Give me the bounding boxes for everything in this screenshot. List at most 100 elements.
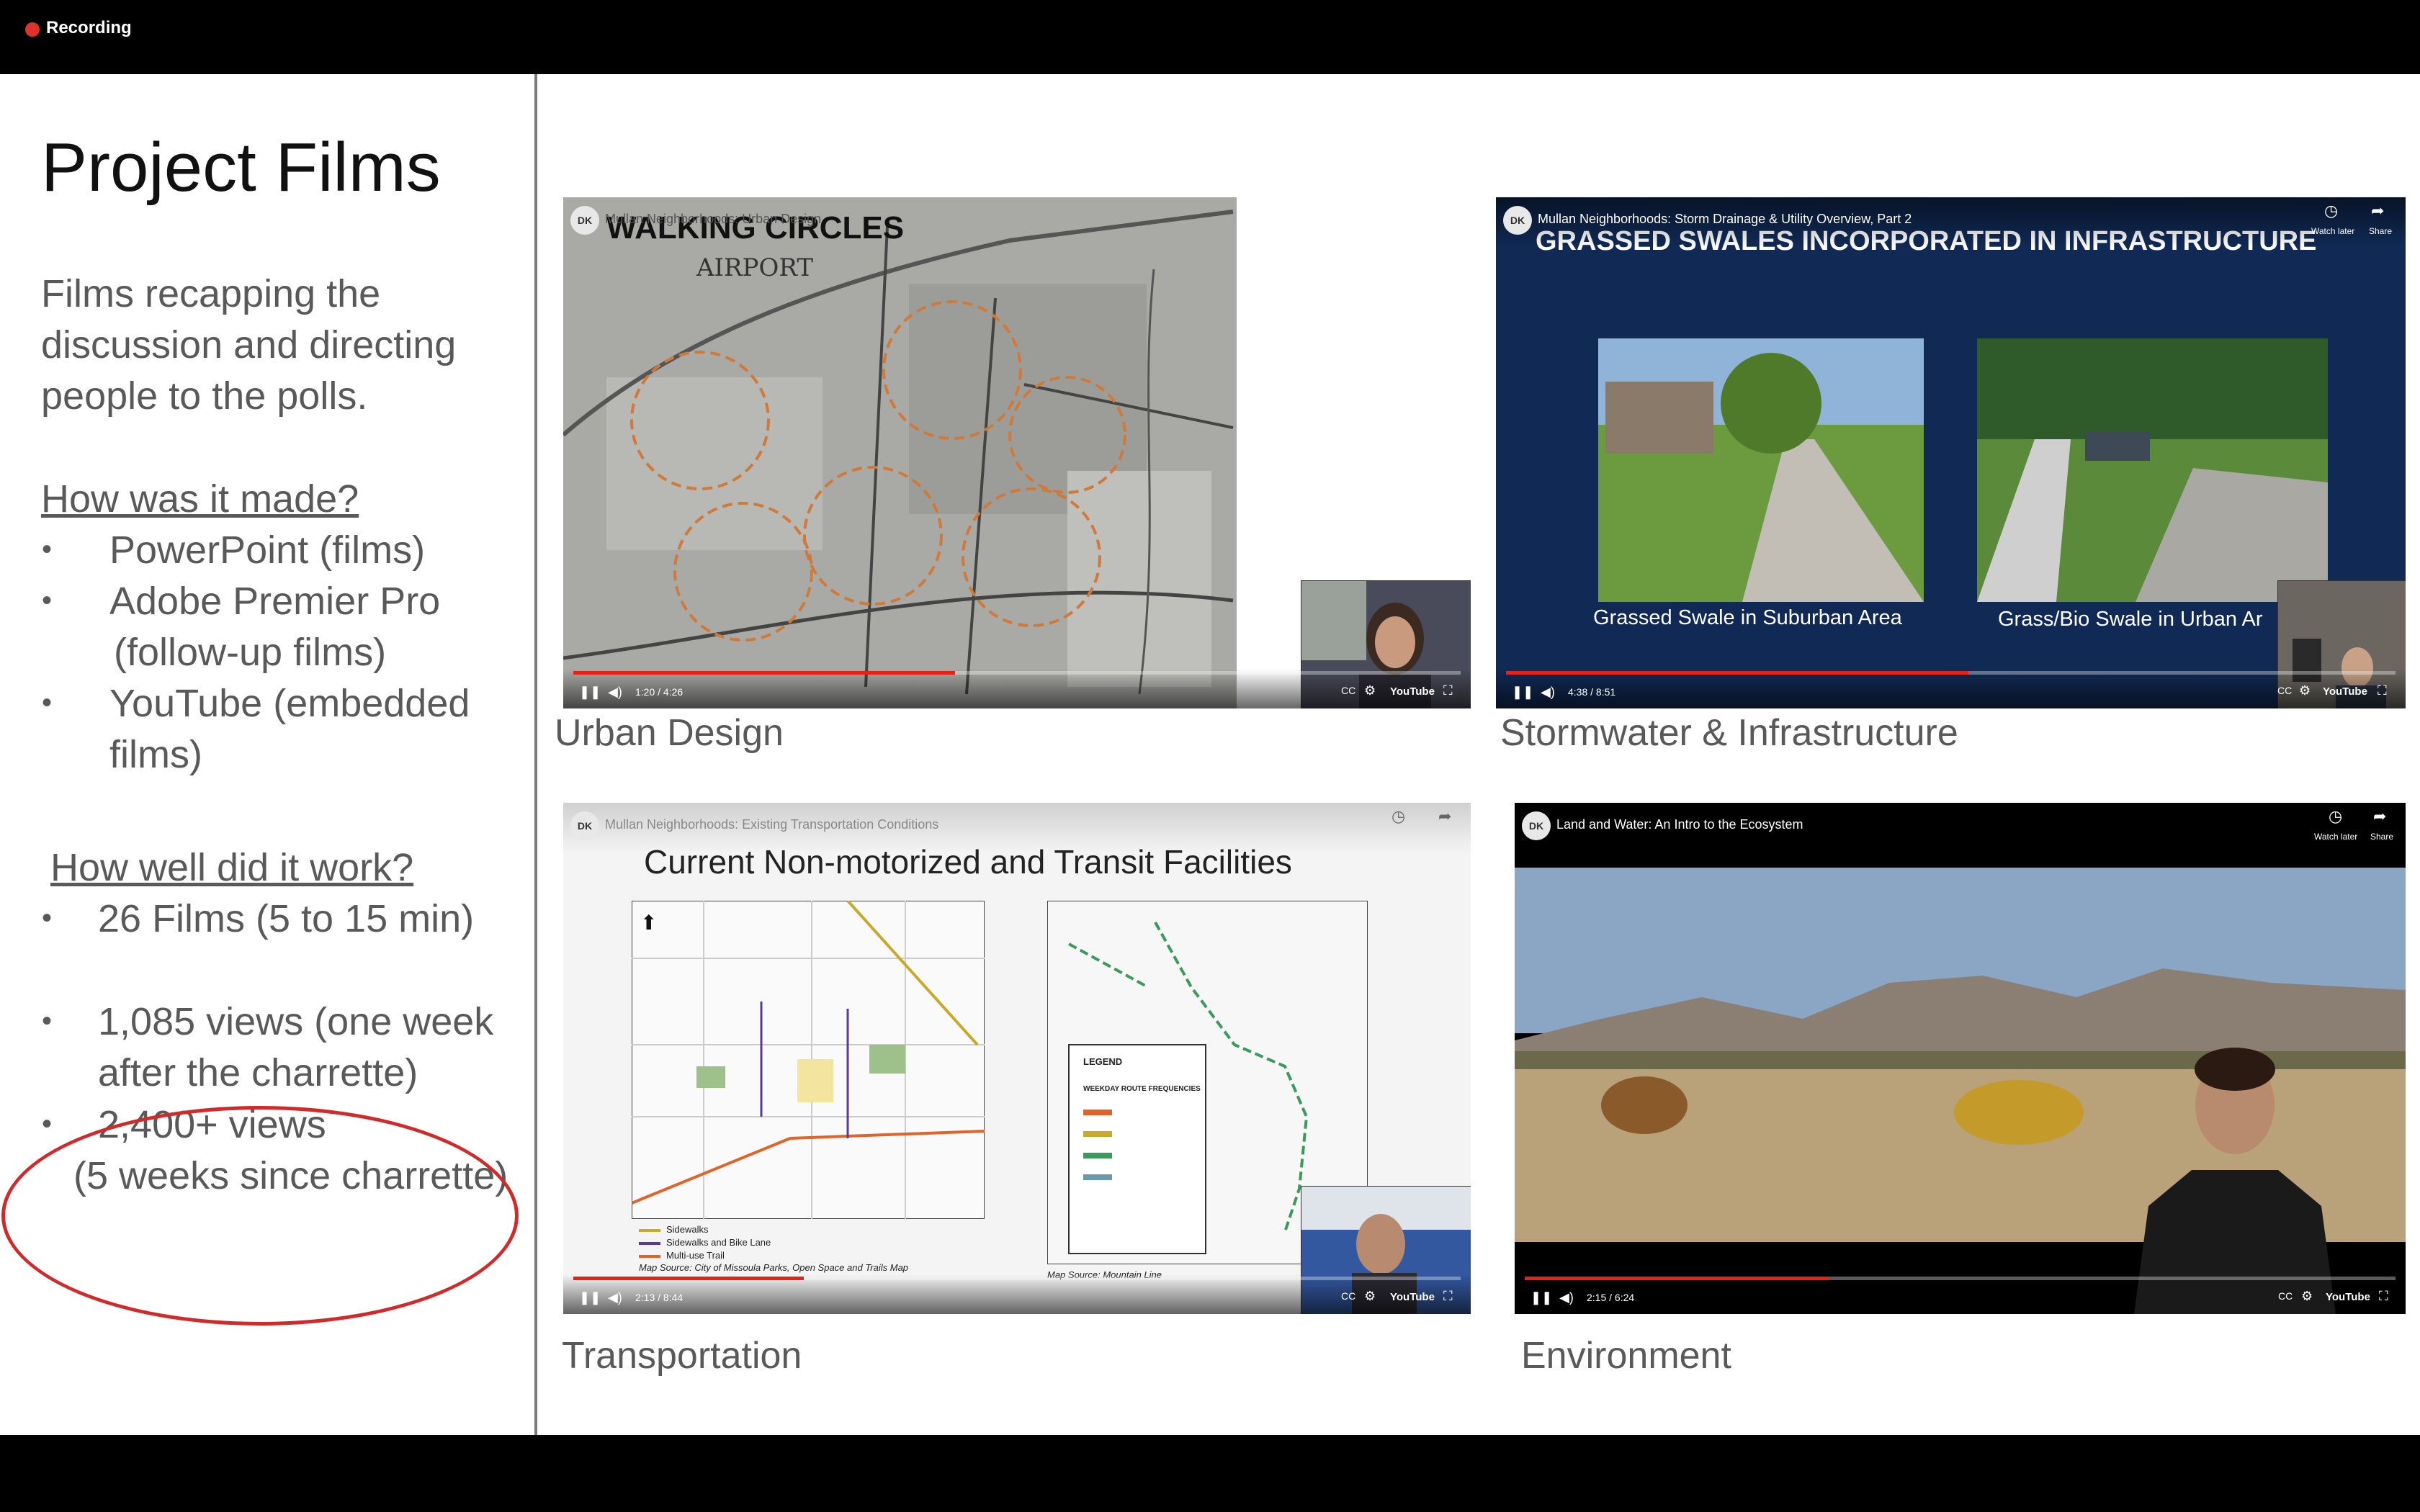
how-made-heading: How was it made? <box>41 477 359 521</box>
progress-bar[interactable] <box>1506 671 2396 675</box>
pause-icon[interactable]: ❚❚ <box>1531 1290 1552 1305</box>
captions-icon[interactable]: CC <box>2278 1290 2293 1302</box>
presentation-slide: Project Films Films recapping the discus… <box>0 74 2420 1435</box>
video-time: 4:38 / 8:51 <box>1568 686 1616 698</box>
captions-icon[interactable]: CC <box>1341 685 1355 696</box>
watch-later-icon[interactable]: ◷ <box>2324 202 2338 220</box>
progress-bar[interactable] <box>1525 1277 2396 1280</box>
fullscreen-icon[interactable]: ⛶ <box>1443 1289 1453 1304</box>
volume-icon[interactable]: ◀) <box>1559 1290 1574 1305</box>
share-label[interactable]: Share <box>2369 226 2392 236</box>
video-caption: Urban Design <box>555 712 784 754</box>
volume-icon[interactable]: ◀) <box>608 1290 622 1305</box>
watch-later-label[interactable]: Watch later <box>2314 832 2357 842</box>
how-well-item: 1,085 views (one week <box>98 1000 494 1043</box>
pause-icon[interactable]: ❚❚ <box>1512 685 1533 700</box>
svg-text:⬆: ⬆ <box>640 911 657 935</box>
fullscreen-icon[interactable]: ⛶ <box>1443 683 1453 698</box>
watch-later-icon[interactable]: ◷ <box>1392 807 1405 826</box>
bullet-dot-icon: • <box>42 534 53 565</box>
annotation-circle <box>1 1106 519 1326</box>
bullet-dot-icon: • <box>42 585 53 616</box>
recording-label: Recording <box>46 18 132 37</box>
volume-icon[interactable]: ◀) <box>608 685 622 700</box>
fullscreen-icon[interactable]: ⛶ <box>2379 1289 2388 1304</box>
slide-title: Project Films <box>41 129 441 206</box>
channel-logo-icon[interactable]: DK <box>1503 206 1532 235</box>
video-controls: ❚❚ ◀) 2:13 / 8:44 CC ⚙ YouTube ⛶ <box>563 1274 1471 1314</box>
video-time: 1:20 / 4:26 <box>635 686 684 698</box>
share-icon[interactable]: ➦ <box>2371 202 2384 220</box>
how-made-item: Adobe Premier Pro <box>109 580 441 623</box>
video-time: 2:13 / 8:44 <box>635 1292 684 1303</box>
legend-subtitle: WEEKDAY ROUTE FREQUENCIES <box>1083 1085 1201 1093</box>
nonmotorized-map: ⬆ <box>632 901 985 1219</box>
video-title[interactable]: Mullan Neighborhoods: Existing Transport… <box>605 817 938 832</box>
progress-fill <box>573 671 955 675</box>
captions-icon[interactable]: CC <box>1341 1290 1355 1302</box>
progress-fill <box>1525 1277 1830 1280</box>
share-icon[interactable]: ➦ <box>2373 807 2386 826</box>
urban-swale-photo <box>1977 338 2328 602</box>
video-title-bar: DK Mullan Neighborhoods: Storm Drainage … <box>1496 197 2406 248</box>
video-controls: ❚❚ ◀) 1:20 / 4:26 CC ⚙ YouTube ⛶ <box>563 669 1471 708</box>
gear-icon[interactable]: ⚙ <box>2299 683 2311 698</box>
volume-icon[interactable]: ◀) <box>1541 685 1555 700</box>
map-legend: Sidewalks Sidewalks and Bike Lane Multi-… <box>639 1223 956 1273</box>
legend-item: Sidewalks and Bike Lane <box>666 1237 771 1248</box>
video-urban-design[interactable]: WALKING CIRCLES AIRPORT DK Mullan Neighb… <box>563 197 1471 708</box>
legend-title: LEGEND <box>1083 1056 1123 1067</box>
youtube-logo[interactable]: YouTube <box>1390 1291 1435 1303</box>
video-environment[interactable]: DK Land and Water: An Intro to the Ecosy… <box>1515 803 2406 1314</box>
share-label[interactable]: Share <box>2370 832 2393 842</box>
video-transportation[interactable]: Current Non-motorized and Transit Facili… <box>563 803 1471 1314</box>
youtube-logo[interactable]: YouTube <box>1390 685 1435 698</box>
video-time: 2:15 / 6:24 <box>1587 1292 1635 1303</box>
share-icon[interactable]: ➦ <box>1438 807 1451 826</box>
channel-logo-icon[interactable]: DK <box>570 811 599 840</box>
share-icon[interactable]: ➦ <box>1438 203 1451 222</box>
video-caption: Transportation <box>562 1335 802 1377</box>
video-caption: Environment <box>1521 1335 1731 1377</box>
video-stormwater[interactable]: GRASSED SWALES INCORPORATED IN INFRASTRU… <box>1496 197 2406 708</box>
map-source: Map Source: City of Missoula Parks, Open… <box>639 1262 909 1273</box>
how-well-item: 26 Films (5 to 15 min) <box>98 897 475 940</box>
captions-icon[interactable]: CC <box>2277 685 2292 696</box>
how-made-item: YouTube (embedded <box>109 682 470 725</box>
channel-logo-icon[interactable]: DK <box>570 206 599 235</box>
watch-later-icon[interactable]: ◷ <box>2329 807 2342 826</box>
bottom-bar <box>0 1435 2420 1512</box>
progress-fill <box>1506 671 1969 675</box>
legend-item: Sidewalks <box>666 1224 709 1235</box>
youtube-logo[interactable]: YouTube <box>2323 685 2367 698</box>
recording-dot-icon <box>25 22 40 37</box>
pause-icon[interactable]: ❚❚ <box>579 1290 601 1305</box>
channel-logo-icon[interactable]: DK <box>1522 811 1551 840</box>
bullet-dot-icon: • <box>42 687 53 719</box>
progress-bar[interactable] <box>573 671 1461 675</box>
landscape-image <box>1515 803 2406 1314</box>
photo-caption: Grass/Bio Swale in Urban Ar <box>1998 608 2263 631</box>
bullet-dot-icon: • <box>42 1108 53 1140</box>
how-made-item: films) <box>109 733 202 776</box>
recording-bar: Recording <box>0 0 2420 74</box>
gear-icon[interactable]: ⚙ <box>1364 683 1376 698</box>
gear-icon[interactable]: ⚙ <box>2301 1289 2313 1304</box>
how-made-item: (follow-up films) <box>114 631 387 674</box>
video-title-bar: DK Mullan Neighborhoods: Existing Transp… <box>563 803 1471 853</box>
pause-icon[interactable]: ❚❚ <box>579 685 601 700</box>
video-title[interactable]: Land and Water: An Intro to the Ecosyste… <box>1556 817 1803 832</box>
watch-later-icon[interactable]: ◷ <box>1392 203 1405 222</box>
how-made-item: PowerPoint (films) <box>109 528 426 572</box>
video-title[interactable]: Mullan Neighborhoods: Urban Design <box>605 212 821 227</box>
suburban-swale-photo <box>1598 338 1924 602</box>
slide-description: Films recapping the discussion and direc… <box>41 272 457 418</box>
bullet-dot-icon: • <box>42 902 53 934</box>
fullscreen-icon[interactable]: ⛶ <box>2378 683 2387 698</box>
progress-bar[interactable] <box>573 1277 1461 1280</box>
youtube-logo[interactable]: YouTube <box>2326 1291 2370 1303</box>
gear-icon[interactable]: ⚙ <box>1364 1289 1376 1304</box>
watch-later-label[interactable]: Watch later <box>2311 226 2354 236</box>
video-caption: Stormwater & Infrastructure <box>1500 712 1958 754</box>
video-title[interactable]: Mullan Neighborhoods: Storm Drainage & U… <box>1538 212 1912 227</box>
